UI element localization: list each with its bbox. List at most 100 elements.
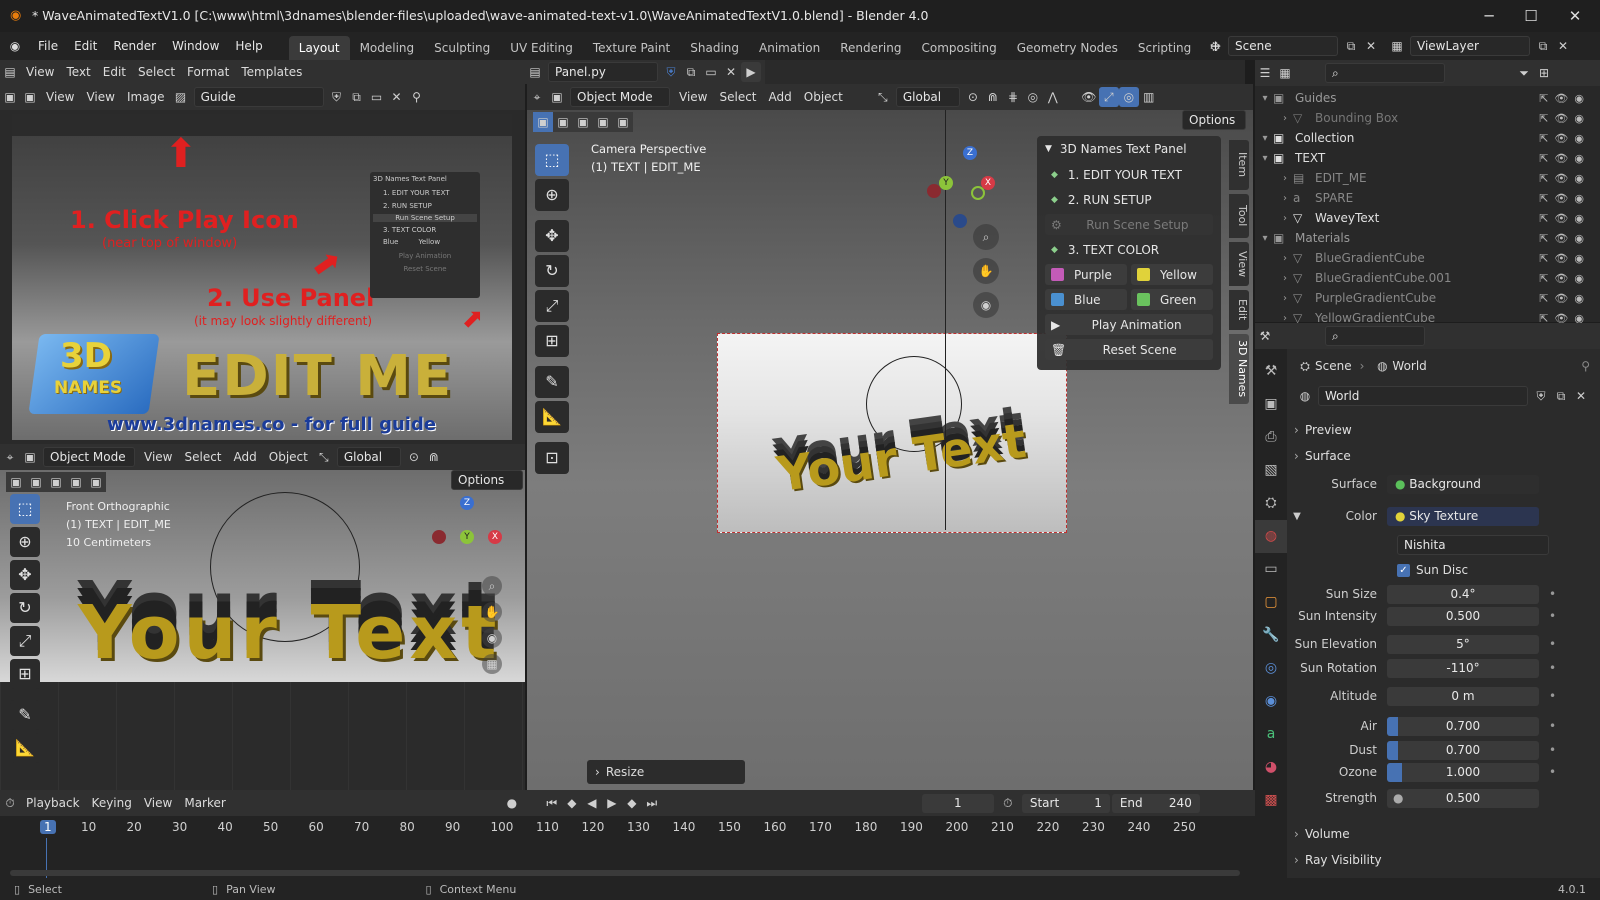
modifier-tab-icon[interactable]: 🔧 <box>1255 619 1287 652</box>
main-pan-hand-icon[interactable]: ✋ <box>973 258 999 284</box>
menu-window[interactable]: Window <box>164 32 227 60</box>
image-open-icon[interactable]: ▭ <box>367 87 387 107</box>
run-script-play-icon[interactable]: ▶ <box>741 62 761 82</box>
workspace-tab-modeling[interactable]: Modeling <box>350 36 425 60</box>
main-gizmo[interactable]: Z Y X <box>927 146 1017 236</box>
outliner-row[interactable]: ▾ ▣ TEXT ⇱👁◉ <box>1255 148 1600 168</box>
outliner-row[interactable]: › ▽ BlueGradientCube ⇱👁◉ <box>1255 248 1600 268</box>
reset-scene-button[interactable]: 🗑 Reset Scene <box>1045 339 1213 360</box>
front-orient-dropdown[interactable]: Global <box>336 447 401 467</box>
main-options-button[interactable]: Options <box>1182 110 1246 130</box>
physics-tab-icon[interactable]: ◉ <box>1255 685 1287 718</box>
image-pin-icon[interactable]: ⚲ <box>407 87 427 107</box>
camera-frame[interactable]: Your Text <box>717 333 1067 533</box>
image-menu-view[interactable]: View <box>80 84 120 110</box>
fake-user-shield-icon[interactable]: ⛨ <box>1531 386 1551 406</box>
sky-field-input[interactable]: 0.700 <box>1387 740 1539 760</box>
expand-arrow-icon[interactable]: ▾ <box>1257 133 1273 144</box>
front-pivot-icon[interactable]: ⊙ <box>404 447 424 467</box>
front-gizmo[interactable]: Z Y X <box>432 494 504 554</box>
front-select-invert-icon[interactable]: ▣ <box>66 472 86 492</box>
main-gizmo-y[interactable]: Y <box>939 176 953 190</box>
front-tool-measure-icon[interactable]: 📐 <box>10 733 40 763</box>
keyframe-dot-icon[interactable]: • <box>1549 637 1556 651</box>
gizmo-z-axis[interactable]: Z <box>460 496 474 510</box>
main-tool-rotate-icon[interactable]: ↻ <box>535 255 569 287</box>
front-menu-view[interactable]: View <box>138 444 178 470</box>
front-your-text[interactable]: Your Text <box>78 590 501 676</box>
main-gizmo-neg-x[interactable] <box>927 184 941 198</box>
outliner-search-input[interactable]: ⌕ <box>1325 63 1445 83</box>
expand-arrow-icon[interactable]: › <box>1277 173 1293 184</box>
play-forward-icon[interactable]: ▶ <box>602 793 622 813</box>
front-menu-object[interactable]: Object <box>263 444 314 470</box>
visibility-toggle-icons[interactable]: ⇱👁◉ <box>1539 152 1590 165</box>
outliner-row[interactable]: ▾ ▣ Guides ⇱👁◉ <box>1255 88 1600 108</box>
main-proportional-icon[interactable]: ◎ <box>1023 87 1043 107</box>
main-gizmo-z[interactable]: Z <box>963 146 977 160</box>
play-animation-button[interactable]: ▶ Play Animation <box>1045 314 1213 335</box>
menu-file[interactable]: File <box>30 32 66 60</box>
gizmo-neg-x-axis[interactable] <box>432 530 446 544</box>
image-close-icon[interactable]: ✕ <box>387 87 407 107</box>
jump-start-icon[interactable]: ⏮ <box>542 793 562 813</box>
expand-arrow-icon[interactable]: ▾ <box>1257 153 1273 164</box>
scene-tab-icon[interactable]: ⛭ <box>1255 487 1287 520</box>
surface-section[interactable]: Surface <box>1287 443 1600 469</box>
end-frame-field[interactable]: End 240 <box>1111 793 1200 813</box>
viewlayer-selector[interactable]: ViewLayer <box>1410 36 1530 56</box>
menu-render[interactable]: Render <box>105 32 164 60</box>
new-viewlayer-icon[interactable]: ⧉ <box>1533 36 1553 56</box>
image-editor-type-icon[interactable]: ▣ <box>0 87 20 107</box>
main-gizmo-neg-z[interactable] <box>953 214 967 228</box>
outliner-row[interactable]: › ▽ Bounding Box ⇱👁◉ <box>1255 108 1600 128</box>
close-window-button[interactable]: ✕ <box>1552 2 1598 30</box>
visibility-toggle-icons[interactable]: ⇱👁◉ <box>1539 292 1590 305</box>
data-tab-icon[interactable]: a <box>1255 718 1287 751</box>
front-pan-hand-icon[interactable]: ✋ <box>482 602 502 622</box>
front-tool-transform-icon[interactable]: ⊞ <box>10 659 40 689</box>
menu-help[interactable]: Help <box>227 32 270 60</box>
world-datablock-icon[interactable]: ◍ <box>1295 386 1315 406</box>
scene-selector[interactable]: Scene <box>1228 36 1338 56</box>
gizmo-x-axis[interactable]: X <box>488 530 502 544</box>
sky-type-dropdown[interactable]: Nishita <box>1397 535 1549 555</box>
workspace-tab-shading[interactable]: Shading <box>680 36 749 60</box>
workspace-tab-compositing[interactable]: Compositing <box>911 36 1006 60</box>
front-select-extend-icon[interactable]: ▣ <box>26 472 46 492</box>
keyframe-dot-icon[interactable]: • <box>1549 743 1556 757</box>
main-gizmo-toggle-icon[interactable]: ⤢ <box>1098 87 1119 107</box>
front-editor-type-icon[interactable]: ⌖ <box>0 447 20 467</box>
image-datablock-icon[interactable]: ▨ <box>171 87 191 107</box>
keyframe-dot-icon[interactable]: • <box>1549 661 1556 675</box>
next-keyframe-icon[interactable]: ◆ <box>622 793 642 813</box>
timeline-menu-keying[interactable]: Keying <box>86 790 138 816</box>
display-mode-icon[interactable]: ▦ <box>1275 63 1295 83</box>
tab-3d-names[interactable]: 3D Names <box>1229 334 1249 404</box>
sky-field-input[interactable]: 0.700 <box>1387 716 1539 736</box>
image-menu-view-mode[interactable]: View <box>40 84 80 110</box>
image-shield-icon[interactable]: ⛨ <box>327 87 347 107</box>
texture-tab-icon[interactable]: ▩ <box>1255 784 1287 817</box>
text-menu-edit[interactable]: Edit <box>97 60 132 84</box>
front-tool-scale-icon[interactable]: ⤢ <box>10 626 40 656</box>
sky-field-input[interactable]: -110° <box>1387 658 1539 678</box>
frame-ruler[interactable]: 1 10 20 30 40 50 60 70 80 90 100 110 120 130 140 150 160… <box>0 820 1255 840</box>
maximize-button[interactable]: ☐ <box>1508 2 1554 30</box>
purple-color-button[interactable]: Purple <box>1045 264 1127 285</box>
expand-arrow-icon[interactable]: ▾ <box>1257 233 1273 244</box>
unlink-world-icon[interactable]: ✕ <box>1571 386 1591 406</box>
main-camera-icon[interactable]: ◉ <box>973 292 999 318</box>
visibility-toggle-icons[interactable]: ⇱👁◉ <box>1539 232 1590 245</box>
front-tool-select-icon[interactable]: ⬚ <box>10 494 40 524</box>
collection-tab-icon[interactable]: ▭ <box>1255 553 1287 586</box>
filter-icon[interactable]: ⏷ <box>1514 63 1534 83</box>
play-reverse-icon[interactable]: ◀ <box>582 793 602 813</box>
editor-type-icon[interactable]: ▤ <box>0 62 20 82</box>
expand-arrow-icon[interactable]: › <box>1277 113 1293 124</box>
current-frame-field[interactable]: 1 <box>921 793 994 813</box>
shield-icon[interactable]: ⛨ <box>661 62 681 82</box>
main-falloff-icon[interactable]: ⋀ <box>1043 87 1063 107</box>
workspace-tab-texture-paint[interactable]: Texture Paint <box>583 36 680 60</box>
view-layer-tab-icon[interactable]: ▧ <box>1255 454 1287 487</box>
